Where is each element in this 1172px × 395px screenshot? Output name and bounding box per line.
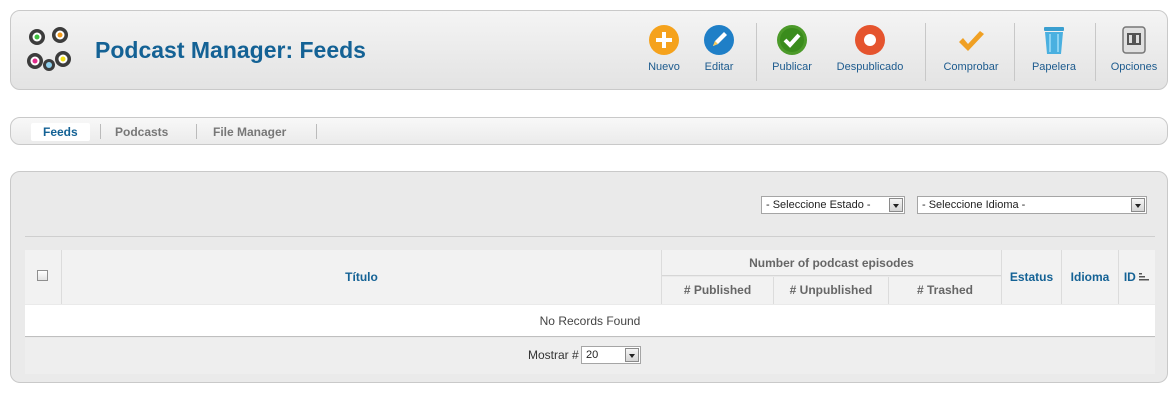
list-limit-label: Mostrar # bbox=[528, 348, 579, 362]
list-limit-select[interactable]: 20 bbox=[581, 346, 641, 364]
edit-button-label: Editar bbox=[704, 61, 734, 73]
select-all-cell bbox=[25, 250, 61, 304]
check-button-label: Comprobar bbox=[943, 61, 999, 73]
column-divider bbox=[1118, 250, 1119, 304]
submenu: Feeds Podcasts File Manager bbox=[10, 117, 1168, 145]
new-button-label: Nuevo bbox=[648, 61, 680, 73]
tab-feeds[interactable]: Feeds bbox=[31, 123, 90, 141]
column-header-idioma[interactable]: Idioma bbox=[1062, 250, 1118, 304]
feeds-panel: - Seleccione Estado - - Seleccione Idiom… bbox=[10, 171, 1168, 383]
column-group-episodes: Number of podcast episodes bbox=[662, 250, 1001, 276]
column-header-published: # Published bbox=[662, 277, 773, 304]
submenu-separator bbox=[100, 124, 101, 139]
unpublish-button[interactable]: Despublicado bbox=[825, 24, 915, 84]
column-header-estatus[interactable]: Estatus bbox=[1002, 250, 1061, 304]
language-filter-select[interactable]: - Seleccione Idioma - bbox=[917, 196, 1147, 214]
status-filter-value: - Seleccione Estado - bbox=[766, 199, 871, 211]
toolbar: Podcast Manager: Feeds Nuevo Editar Publ… bbox=[10, 10, 1168, 90]
chevron-down-icon bbox=[889, 198, 903, 212]
options-icon bbox=[1122, 26, 1146, 54]
tab-podcasts[interactable]: Podcasts bbox=[115, 123, 168, 141]
unpublish-button-label: Despublicado bbox=[836, 61, 904, 73]
page-title: Podcast Manager: Feeds bbox=[95, 37, 366, 63]
column-header-id[interactable]: ID bbox=[1119, 250, 1155, 304]
new-button[interactable]: Nuevo bbox=[639, 24, 689, 84]
list-limit-value: 20 bbox=[586, 349, 599, 361]
toolbar-separator bbox=[756, 23, 757, 81]
divider bbox=[25, 236, 1155, 237]
submenu-separator bbox=[196, 124, 197, 139]
column-divider bbox=[1061, 250, 1062, 304]
trash-icon bbox=[1044, 27, 1064, 54]
column-header-trashed: # Trashed bbox=[889, 277, 1001, 304]
chevron-down-icon bbox=[1131, 198, 1145, 212]
publish-button-label: Publicar bbox=[772, 61, 812, 73]
publish-button[interactable]: Publicar bbox=[763, 24, 821, 84]
toolbar-separator bbox=[1014, 23, 1015, 81]
options-button-label: Opciones bbox=[1110, 61, 1158, 73]
edit-icon bbox=[704, 25, 734, 55]
publish-icon bbox=[777, 25, 807, 55]
submenu-separator bbox=[316, 124, 317, 139]
options-button[interactable]: Opciones bbox=[1103, 24, 1165, 84]
unpublish-icon bbox=[855, 25, 885, 55]
empty-table-message: No Records Found bbox=[25, 305, 1155, 337]
podcast-logo-icon bbox=[27, 27, 71, 71]
trash-button-label: Papelera bbox=[1031, 61, 1077, 73]
select-all-checkbox[interactable] bbox=[37, 270, 48, 281]
check-icon bbox=[959, 31, 984, 51]
trash-button[interactable]: Papelera bbox=[1023, 24, 1085, 84]
edit-button[interactable]: Editar bbox=[694, 24, 744, 84]
column-divider bbox=[661, 250, 662, 304]
status-filter-select[interactable]: - Seleccione Estado - bbox=[761, 196, 905, 214]
sort-icon bbox=[1139, 273, 1150, 281]
language-filter-value: - Seleccione Idioma - bbox=[922, 199, 1026, 211]
toolbar-separator bbox=[925, 23, 926, 81]
column-divider bbox=[888, 277, 889, 304]
column-divider bbox=[773, 277, 774, 304]
column-divider bbox=[61, 250, 62, 304]
column-header-titulo[interactable]: Título bbox=[62, 250, 661, 304]
check-button[interactable]: Comprobar bbox=[935, 24, 1007, 84]
column-divider bbox=[1001, 250, 1002, 304]
pagination-footer: Mostrar # 20 bbox=[25, 338, 1155, 374]
column-header-unpublished: # Unpublished bbox=[774, 277, 888, 304]
column-header-id-label: ID bbox=[1123, 270, 1136, 284]
add-icon bbox=[649, 25, 679, 55]
chevron-down-icon bbox=[625, 348, 639, 362]
tab-file-manager[interactable]: File Manager bbox=[213, 123, 286, 141]
toolbar-separator bbox=[1095, 23, 1096, 81]
